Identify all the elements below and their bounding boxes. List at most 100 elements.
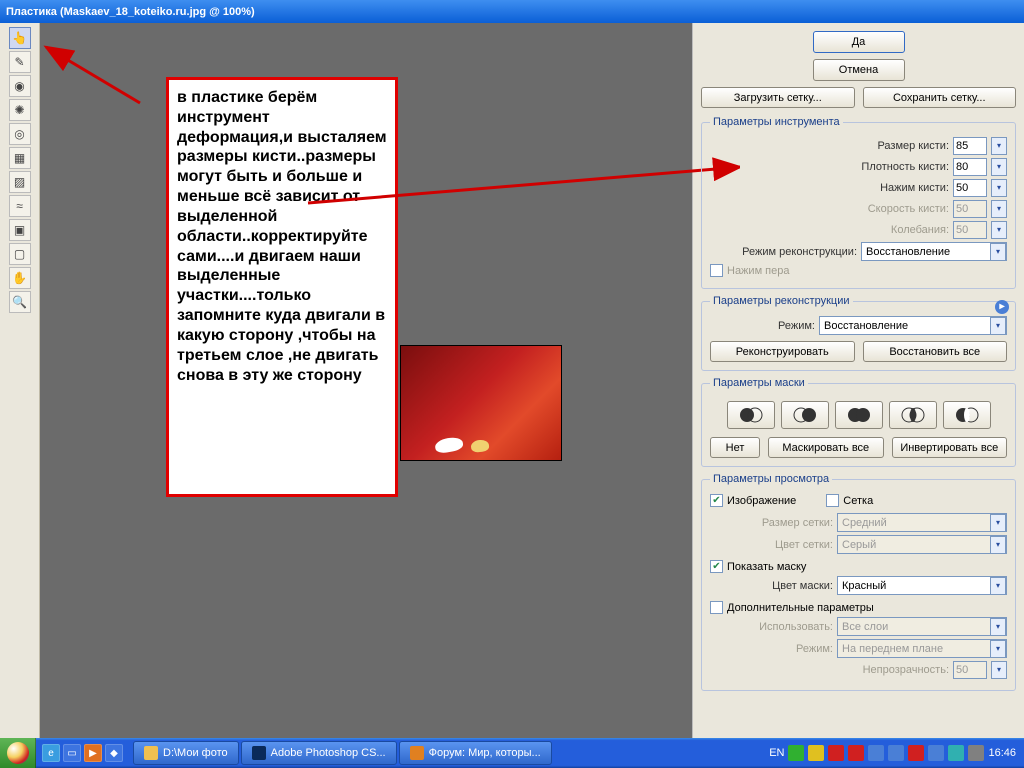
mask-all-button[interactable]: Маскировать все <box>768 437 884 458</box>
view-options-group: Параметры просмотра ✔Изображение Сетка Р… <box>701 473 1016 691</box>
task-button[interactable]: Adobe Photoshop CS... <box>241 741 397 765</box>
tray-icon[interactable] <box>828 745 844 761</box>
mesh-size-select: Средний▾ <box>837 513 1007 532</box>
brush-pressure-label: Нажим кисти: <box>710 182 949 194</box>
extra-options-label: Дополнительные параметры <box>727 602 874 614</box>
mask-replace-icon[interactable] <box>727 401 775 429</box>
volume-icon[interactable] <box>868 745 884 761</box>
tool-options-group: Параметры инструмента Размер кисти: ▾ Пло… <box>701 116 1016 289</box>
extra-options-checkbox[interactable] <box>710 601 723 614</box>
brush-rate-label: Скорость кисти: <box>710 203 949 215</box>
pen-pressure-label: Нажим пера <box>727 265 790 277</box>
brush-size-label: Размер кисти: <box>710 140 949 152</box>
bloat-tool[interactable]: ◎ <box>9 123 31 145</box>
use-label: Использовать: <box>710 621 833 633</box>
load-mesh-button[interactable]: Загрузить сетку... <box>701 87 855 108</box>
show-mesh-label: Сетка <box>843 495 873 507</box>
tray-icon[interactable] <box>848 745 864 761</box>
reconstruct-tool[interactable]: ✎ <box>9 51 31 73</box>
mask-add-icon[interactable] <box>781 401 829 429</box>
recon-mode-label: Режим реконструкции: <box>710 246 857 258</box>
mask-invert-all-button[interactable]: Инвертировать все <box>892 437 1008 458</box>
group-legend: Параметры инструмента <box>710 116 843 128</box>
show-mask-checkbox[interactable]: ✔ <box>710 560 723 573</box>
mask-color-select[interactable]: Красный▾ <box>837 576 1007 595</box>
mask-subtract-icon[interactable] <box>835 401 883 429</box>
mask-invert-icon[interactable] <box>943 401 991 429</box>
mode2-select: На переднем плане▾ <box>837 639 1007 658</box>
task-button[interactable]: Форум: Мир, которы... <box>399 741 552 765</box>
turbulence-tool[interactable]: ≈ <box>9 195 31 217</box>
reconstruct-options-group: Параметры реконструкции ▸ Режим:Восстано… <box>701 295 1016 371</box>
tray-icon[interactable] <box>948 745 964 761</box>
browser-icon <box>410 746 424 760</box>
ok-button[interactable]: Да <box>813 31 905 53</box>
turbulence-label: Колебания: <box>710 224 949 236</box>
turbulence-input <box>953 221 987 239</box>
ie-icon[interactable]: e <box>42 744 60 762</box>
language-indicator[interactable]: EN <box>769 747 784 759</box>
mask-none-button[interactable]: Нет <box>710 437 760 458</box>
tray-icon[interactable] <box>928 745 944 761</box>
push-left-tool[interactable]: ▦ <box>9 147 31 169</box>
brush-pressure-dropdown[interactable]: ▾ <box>991 179 1007 197</box>
hand-tool[interactable]: ✋ <box>9 267 31 289</box>
brush-rate-dropdown: ▾ <box>991 200 1007 218</box>
forward-warp-tool[interactable]: 👆 <box>9 27 31 49</box>
media-icon[interactable]: ▶ <box>84 744 102 762</box>
show-mesh-checkbox[interactable] <box>826 494 839 507</box>
windows-logo-icon <box>7 742 29 764</box>
reconstruct-button[interactable]: Реконструировать <box>710 341 855 362</box>
mirror-tool[interactable]: ▨ <box>9 171 31 193</box>
mask-intersect-icon[interactable] <box>889 401 937 429</box>
tray-icon[interactable] <box>808 745 824 761</box>
app-icon[interactable]: ◆ <box>105 744 123 762</box>
mask-options-group: Параметры маски Нет Маскировать все Инве… <box>701 377 1016 467</box>
windows-taskbar: e ▭ ▶ ◆ D:\Мои фото Adobe Photoshop CS..… <box>0 738 1024 768</box>
brush-pressure-input[interactable] <box>953 179 987 197</box>
mask-color-label: Цвет маски: <box>710 580 833 592</box>
window-title: Пластика (Maskaev_18_koteiko.ru.jpg @ 10… <box>6 6 255 18</box>
brush-density-input[interactable] <box>953 158 987 176</box>
info-icon[interactable]: ▸ <box>995 300 1009 314</box>
brush-size-input[interactable] <box>953 137 987 155</box>
restore-all-button[interactable]: Восстановить все <box>863 341 1008 362</box>
photoshop-icon <box>252 746 266 760</box>
mesh-color-select: Серый▾ <box>837 535 1007 554</box>
window-title-bar: Пластика (Maskaev_18_koteiko.ru.jpg @ 10… <box>0 0 1024 23</box>
start-button[interactable] <box>0 738 36 768</box>
freeze-mask-tool[interactable]: ▣ <box>9 219 31 241</box>
liquify-toolbar: 👆 ✎ ◉ ✺ ◎ ▦ ▨ ≈ ▣ ▢ ✋ 🔍 <box>0 23 40 738</box>
folder-icon <box>144 746 158 760</box>
tray-icon[interactable] <box>968 745 984 761</box>
system-tray: EN 16:46 <box>761 745 1024 761</box>
mode2-label: Режим: <box>710 643 833 655</box>
mode-select[interactable]: Восстановление▾ <box>819 316 1007 335</box>
group-legend: Параметры маски <box>710 377 808 389</box>
thaw-mask-tool[interactable]: ▢ <box>9 243 31 265</box>
cancel-button[interactable]: Отмена <box>813 59 905 81</box>
mesh-color-label: Цвет сетки: <box>710 539 833 551</box>
liquify-canvas[interactable]: в пластике берём инструмент деформация,и… <box>40 23 692 738</box>
network-icon[interactable] <box>888 745 904 761</box>
turbulence-dropdown: ▾ <box>991 221 1007 239</box>
brush-size-dropdown[interactable]: ▾ <box>991 137 1007 155</box>
tray-icon[interactable] <box>788 745 804 761</box>
desktop-icon[interactable]: ▭ <box>63 744 81 762</box>
brush-rate-input <box>953 200 987 218</box>
options-panel: Да Отмена Загрузить сетку... Сохранить с… <box>692 23 1024 738</box>
quick-launch: e ▭ ▶ ◆ <box>36 744 129 762</box>
mesh-size-label: Размер сетки: <box>710 517 833 529</box>
brush-density-label: Плотность кисти: <box>710 161 949 173</box>
recon-mode-select[interactable]: Восстановление▾ <box>861 242 1007 261</box>
pucker-tool[interactable]: ✺ <box>9 99 31 121</box>
twirl-tool[interactable]: ◉ <box>9 75 31 97</box>
save-mesh-button[interactable]: Сохранить сетку... <box>863 87 1017 108</box>
task-button[interactable]: D:\Мои фото <box>133 741 239 765</box>
zoom-tool[interactable]: 🔍 <box>9 291 31 313</box>
show-image-checkbox[interactable]: ✔ <box>710 494 723 507</box>
clock[interactable]: 16:46 <box>988 747 1016 759</box>
brush-density-dropdown[interactable]: ▾ <box>991 158 1007 176</box>
show-mask-label: Показать маску <box>727 561 806 573</box>
avira-icon[interactable] <box>908 745 924 761</box>
